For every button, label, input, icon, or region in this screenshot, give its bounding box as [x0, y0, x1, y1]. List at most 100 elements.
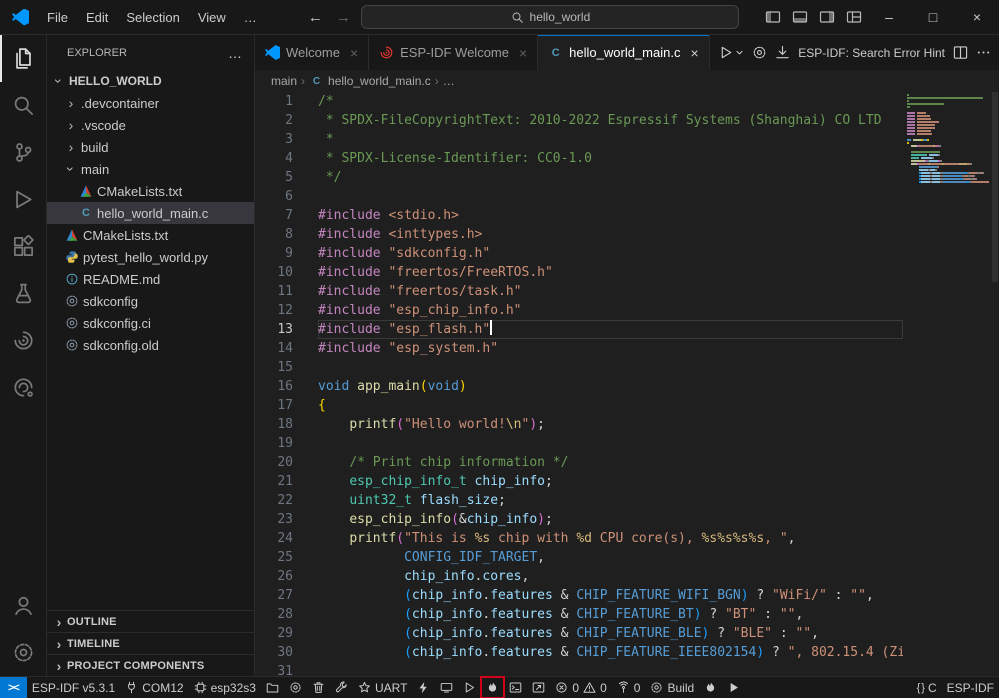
- more-actions-button[interactable]: [976, 45, 991, 60]
- editor-scrollbar[interactable]: [991, 92, 999, 676]
- status-language-mode[interactable]: { }C: [912, 677, 942, 698]
- run-file-button[interactable]: [719, 45, 744, 60]
- panel-left-toggle[interactable]: [759, 3, 786, 31]
- activity-accounts[interactable]: [0, 582, 46, 629]
- tab-welcome[interactable]: Welcome×: [255, 35, 369, 70]
- menu-more[interactable]: …: [235, 10, 266, 25]
- code-line-26[interactable]: 26 chip_info.cores,: [255, 567, 903, 586]
- status-serial-port[interactable]: COM12: [120, 677, 188, 698]
- status-idf-terminal[interactable]: [504, 677, 527, 698]
- code-line-27[interactable]: 27 (chip_info.features & CHIP_FEATURE_WI…: [255, 586, 903, 605]
- tree-item-cmakelists-txt[interactable]: CMakeLists.txt: [47, 224, 254, 246]
- panel-bottom-toggle[interactable]: [786, 3, 813, 31]
- tree-item--vscode[interactable]: ›.vscode: [47, 114, 254, 136]
- menu-file[interactable]: File: [38, 10, 77, 25]
- code-line-11[interactable]: 11#include "freertos/task.h": [255, 282, 903, 301]
- scrollbar-thumb[interactable]: [992, 92, 998, 282]
- activity-espressif-explorer[interactable]: [0, 317, 46, 364]
- status-ports[interactable]: 0: [612, 677, 646, 698]
- code-line-6[interactable]: 6: [255, 187, 903, 206]
- tree-item-cmakelists-txt[interactable]: CMakeLists.txt: [47, 180, 254, 202]
- tree-item-sdkconfig-old[interactable]: sdkconfig.old: [47, 334, 254, 356]
- tab-hello-world-main[interactable]: Chello_world_main.c×: [538, 35, 709, 70]
- split-editor-button[interactable]: [953, 45, 968, 60]
- code-line-9[interactable]: 9#include "sdkconfig.h": [255, 244, 903, 263]
- status-debug[interactable]: [458, 677, 481, 698]
- code-line-31[interactable]: 31: [255, 662, 903, 676]
- code-lines[interactable]: 1/*2 * SPDX-FileCopyrightText: 2010-2022…: [255, 92, 903, 676]
- tree-item-hello-world-main-c[interactable]: Chello_world_main.c: [47, 202, 254, 224]
- status-extension-status[interactable]: ESP-IDF: [942, 677, 999, 698]
- status-problems[interactable]: 00: [550, 677, 611, 698]
- code-line-1[interactable]: 1/*: [255, 92, 903, 111]
- status-menuconfig[interactable]: [284, 677, 307, 698]
- forward-button[interactable]: →: [331, 9, 355, 26]
- code-line-23[interactable]: 23 esp_chip_info(&chip_info);: [255, 510, 903, 529]
- status-monitor-device[interactable]: [435, 677, 458, 698]
- breadcrumb-item[interactable]: Chello_world_main.c: [309, 74, 431, 88]
- command-center-search[interactable]: hello_world: [361, 5, 739, 29]
- activity-testing[interactable]: [0, 270, 46, 317]
- activity-search[interactable]: [0, 82, 46, 129]
- minimize-button[interactable]: –: [867, 0, 911, 35]
- layout-toggle[interactable]: [840, 3, 867, 31]
- status-full-clean[interactable]: [307, 677, 330, 698]
- menu-edit[interactable]: Edit: [77, 10, 117, 25]
- status-flash-device[interactable]: [412, 677, 435, 698]
- menu-view[interactable]: View: [189, 10, 235, 25]
- search-error-hint-button[interactable]: ESP-IDF: Search Error Hint: [798, 46, 945, 60]
- code-line-7[interactable]: 7#include <stdio.h>: [255, 206, 903, 225]
- code-line-19[interactable]: 19: [255, 434, 903, 453]
- status-build-flash-monitor[interactable]: [481, 677, 504, 698]
- tab-espidf-welcome[interactable]: ESP-IDF Welcome×: [369, 35, 538, 70]
- status-remote-indicator[interactable]: ><: [0, 677, 27, 698]
- code-line-21[interactable]: 21 esp_chip_info_t chip_info;: [255, 472, 903, 491]
- status-build-project[interactable]: [330, 677, 353, 698]
- code-line-17[interactable]: 17{: [255, 396, 903, 415]
- status-current-project[interactable]: [261, 677, 284, 698]
- status-build-task[interactable]: Build: [645, 677, 699, 698]
- activity-explorer[interactable]: [0, 35, 46, 82]
- tree-item-sdkconfig[interactable]: sdkconfig: [47, 290, 254, 312]
- status-execute-command[interactable]: [527, 677, 550, 698]
- tree-item-sdkconfig-ci[interactable]: sdkconfig.ci: [47, 312, 254, 334]
- activity-source-control[interactable]: [0, 129, 46, 176]
- code-line-3[interactable]: 3 *: [255, 130, 903, 149]
- code-line-12[interactable]: 12#include "esp_chip_info.h": [255, 301, 903, 320]
- code-line-22[interactable]: 22 uint32_t flash_size;: [255, 491, 903, 510]
- section-outline[interactable]: ›OUTLINE: [47, 610, 254, 632]
- activity-extensions[interactable]: [0, 223, 46, 270]
- section-project-components[interactable]: ›PROJECT COMPONENTS: [47, 654, 254, 676]
- code-line-5[interactable]: 5 */: [255, 168, 903, 187]
- code-line-30[interactable]: 30 (chip_info.features & CHIP_FEATURE_IE…: [255, 643, 903, 662]
- status-espidf-version[interactable]: ESP-IDF v5.3.1: [27, 677, 120, 698]
- tree-item-pytest-hello-world-py[interactable]: pytest_hello_world.py: [47, 246, 254, 268]
- code-line-2[interactable]: 2 * SPDX-FileCopyrightText: 2010-2022 Es…: [255, 111, 903, 130]
- breadcrumb-item[interactable]: …: [443, 74, 455, 88]
- code-line-25[interactable]: 25 CONFIG_IDF_TARGET,: [255, 548, 903, 567]
- back-button[interactable]: ←: [303, 9, 327, 26]
- tree-item-hello-world[interactable]: ›HELLO_WORLD: [47, 70, 254, 92]
- close-tab-icon[interactable]: ×: [519, 45, 527, 61]
- code-line-29[interactable]: 29 (chip_info.features & CHIP_FEATURE_BL…: [255, 624, 903, 643]
- status-flash-task[interactable]: [699, 677, 722, 698]
- menu-selection[interactable]: Selection: [117, 10, 188, 25]
- code-line-20[interactable]: 20 /* Print chip information */: [255, 453, 903, 472]
- close-tab-icon[interactable]: ×: [690, 45, 698, 61]
- status-run-task[interactable]: [722, 677, 745, 698]
- explorer-more-actions[interactable]: …: [228, 45, 242, 61]
- tree-item-build[interactable]: ›build: [47, 136, 254, 158]
- status-flash-method[interactable]: UART: [353, 677, 412, 698]
- code-line-8[interactable]: 8#include <inttypes.h>: [255, 225, 903, 244]
- minimap[interactable]: [903, 92, 999, 676]
- code-line-13[interactable]: 13#include "esp_flash.h": [255, 320, 903, 339]
- code-line-15[interactable]: 15: [255, 358, 903, 377]
- idf-settings-button[interactable]: [752, 45, 767, 60]
- code-line-18[interactable]: 18 printf("Hello world!\n");: [255, 415, 903, 434]
- code-line-16[interactable]: 16void app_main(void): [255, 377, 903, 396]
- panel-right-toggle[interactable]: [813, 3, 840, 31]
- activity-run-debug[interactable]: [0, 176, 46, 223]
- activity-esp-idf[interactable]: [0, 364, 46, 411]
- close-tab-icon[interactable]: ×: [350, 45, 358, 61]
- code-line-14[interactable]: 14#include "esp_system.h": [255, 339, 903, 358]
